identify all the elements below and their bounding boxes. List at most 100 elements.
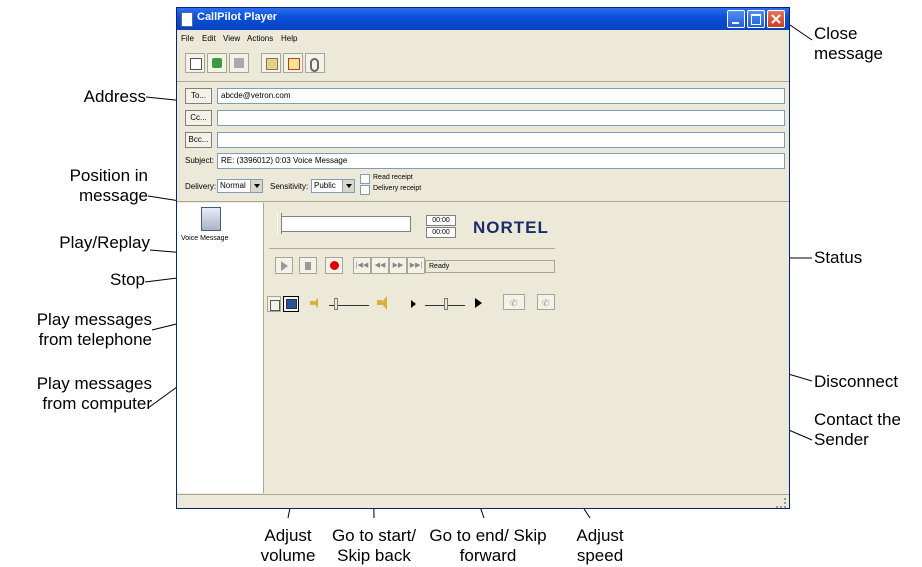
voice-message-icon (201, 207, 221, 231)
speed-slider[interactable] (444, 298, 448, 310)
bcc-button[interactable]: Bcc... (185, 132, 212, 148)
subject-label: Subject: (185, 156, 214, 165)
callout-from-computer: Play messages from computer (36, 374, 152, 413)
minimize-icon (732, 22, 739, 24)
position-slider[interactable] (277, 213, 282, 234)
record-button[interactable] (325, 257, 343, 274)
read-receipt-checkbox[interactable] (360, 174, 370, 184)
volume-slider[interactable] (334, 298, 338, 310)
header-divider (177, 201, 789, 202)
sensitivity-select[interactable]: Public (311, 179, 355, 193)
delivery-value: Normal (220, 181, 246, 190)
position-track[interactable] (281, 216, 411, 232)
menu-file[interactable]: File (181, 34, 194, 43)
go-to-end-button[interactable]: ▶▶| (407, 257, 425, 274)
play-from-telephone-button[interactable] (267, 296, 281, 312)
stop-button[interactable] (299, 257, 317, 274)
callout-skip-forward: Go to end/ Skip forward (429, 526, 547, 565)
address-book-button[interactable] (261, 53, 281, 73)
skip-forward-button[interactable]: ▶▶ (389, 257, 407, 274)
resize-grip-icon[interactable] (776, 498, 786, 508)
play-replay-button[interactable] (275, 257, 293, 274)
disconnect-icon: ✆ (542, 298, 550, 308)
menu-actions[interactable]: Actions (247, 34, 273, 43)
status-field: Ready (425, 260, 555, 273)
forward-icon (212, 58, 222, 68)
properties-button[interactable] (283, 53, 303, 73)
skip-start-icon: |◀◀ (355, 262, 369, 269)
bcc-field[interactable] (217, 132, 785, 148)
cc-button[interactable]: Cc... (185, 110, 212, 126)
maximize-button[interactable] (747, 10, 765, 28)
message-list-pane: Voice Message (177, 203, 264, 493)
delivery-receipt-checkbox[interactable] (360, 185, 370, 195)
sensitivity-label: Sensitivity: (270, 182, 309, 191)
callout-disconnect: Disconnect (814, 372, 899, 391)
callout-from-phone: Play messages from telephone (36, 310, 152, 349)
callout-position: Position in message (69, 166, 148, 205)
read-receipt-label: Read receipt (373, 174, 413, 181)
volume-low-icon (310, 298, 320, 308)
toolbar (177, 48, 789, 80)
disconnect-button[interactable]: ✆ (537, 294, 555, 310)
nortel-logo: NORTEL (473, 218, 549, 237)
length-time: 00:00 (426, 227, 456, 238)
to-field[interactable]: abcde@vetron.com (217, 88, 785, 104)
paperclip-icon (310, 58, 319, 72)
sensitivity-value: Public (314, 181, 336, 190)
skip-forward-icon: ▶▶ (392, 262, 404, 269)
title-bar[interactable]: CallPilot Player (177, 8, 789, 30)
callout-contact-sender: Contact the Sender (814, 410, 901, 449)
callout-stop: Stop (110, 270, 145, 289)
maximize-icon (751, 14, 761, 25)
skip-end-icon: ▶▶| (409, 262, 423, 269)
computer-icon (286, 299, 297, 309)
go-to-start-button[interactable]: |◀◀ (353, 257, 371, 274)
volume-high-icon (377, 296, 391, 310)
handset-icon: ✆ (510, 298, 518, 308)
delivery-receipt-label: Delivery receipt (373, 185, 422, 192)
stop-icon (305, 262, 311, 270)
skip-back-button[interactable]: ◀◀ (371, 257, 389, 274)
subject-field[interactable]: RE: (3396012) 0:03 Voice Message (217, 153, 785, 169)
voice-message-label: Voice Message (181, 235, 229, 242)
reply-icon (190, 58, 202, 70)
telephone-icon (270, 300, 280, 311)
reply-button[interactable] (185, 53, 205, 73)
callout-skip-back: Go to start/ Skip back (331, 526, 417, 565)
callout-close-message: Close message (814, 24, 883, 63)
print-icon (234, 58, 244, 68)
close-icon (771, 14, 781, 24)
delivery-select[interactable]: Normal (217, 179, 263, 193)
callout-adjust-speed: Adjust speed (576, 526, 624, 565)
contact-sender-button[interactable]: ✆ (503, 294, 525, 310)
menu-help[interactable]: Help (281, 34, 297, 43)
player-divider (269, 248, 555, 249)
menu-bar: File Edit View Actions Help (177, 31, 789, 47)
forward-button[interactable] (207, 53, 227, 73)
toolbar-divider (177, 81, 789, 82)
position-time: 00:00 (426, 215, 456, 226)
chevron-down-icon (250, 180, 262, 192)
minimize-button[interactable] (727, 10, 745, 28)
callout-play: Play/Replay (59, 233, 150, 252)
print-button[interactable] (229, 53, 249, 73)
play-from-computer-button[interactable] (283, 296, 299, 312)
to-button[interactable]: To... (185, 88, 212, 104)
menu-view[interactable]: View (223, 34, 240, 43)
close-message-button[interactable] (767, 10, 785, 28)
menu-edit[interactable]: Edit (202, 34, 216, 43)
speed-fast-icon (475, 298, 482, 308)
attach-button[interactable] (305, 53, 325, 73)
voice-message-item[interactable]: Voice Message (177, 203, 263, 247)
delivery-label: Delivery: (185, 182, 217, 191)
properties-icon (288, 58, 300, 70)
status-bar (177, 494, 789, 509)
chevron-down-icon (342, 180, 354, 192)
callout-address: Address (83, 87, 146, 106)
callpilot-window: CallPilot Player File Edit View Actions … (176, 7, 790, 509)
cc-field[interactable] (217, 110, 785, 126)
window-title: CallPilot Player (197, 11, 278, 23)
skip-back-icon: ◀◀ (374, 262, 386, 269)
speed-slow-icon (411, 300, 416, 308)
